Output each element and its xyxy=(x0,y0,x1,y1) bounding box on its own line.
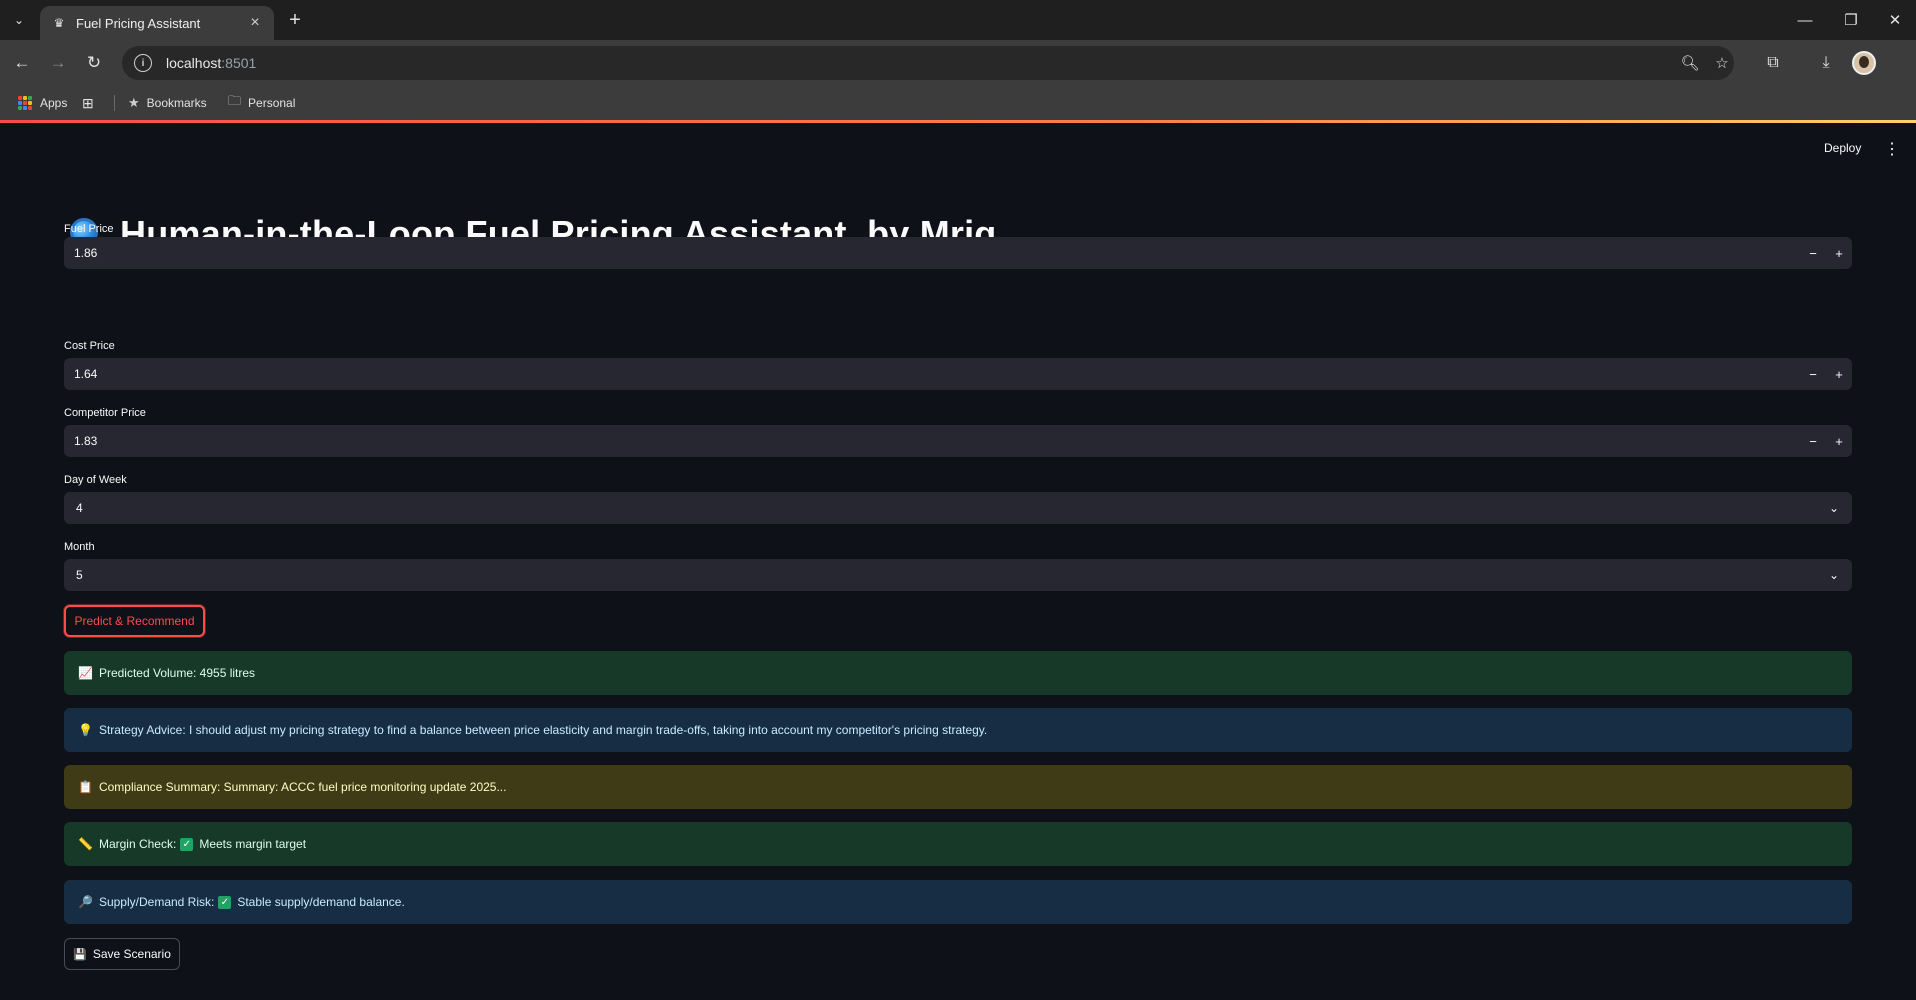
bookmark-bookmarks-label: Bookmarks xyxy=(146,96,207,110)
download-icon[interactable]: ⤓ xyxy=(1815,52,1837,74)
url-text: localhost:8501 xyxy=(166,55,257,71)
tab-search-chevron-icon[interactable]: ⌄ xyxy=(6,8,32,32)
month-value: 5 xyxy=(76,568,83,582)
cost-price-value[interactable]: 1.64 xyxy=(64,367,1800,381)
competitor-price-value[interactable]: 1.83 xyxy=(64,434,1800,448)
cost-price-increment-button[interactable]: + xyxy=(1826,358,1852,390)
predict-recommend-button[interactable]: Predict & Recommend xyxy=(64,605,205,637)
cost-price-decrement-button[interactable]: − xyxy=(1800,358,1826,390)
bookmark-apps-label: Apps xyxy=(40,96,68,110)
minimize-icon[interactable]: — xyxy=(1790,8,1820,32)
fuel-price-label: Fuel Price xyxy=(64,223,114,235)
supply-demand-label: Supply/Demand Risk: xyxy=(98,895,215,909)
predicted-volume-alert: 📈 Predicted Volume: 4955 litres xyxy=(64,651,1852,695)
close-window-icon[interactable]: ✕ xyxy=(1880,8,1910,32)
strategy-advice-text: Strategy Advice: I should adjust my pric… xyxy=(98,723,988,737)
forward-arrow-icon[interactable]: → xyxy=(44,49,72,77)
ruler-icon: 📏 xyxy=(78,837,93,851)
check-mark-icon: ✓ xyxy=(218,895,232,909)
strategy-advice-alert: 💡 Strategy Advice: I should adjust my pr… xyxy=(64,708,1852,752)
save-scenario-label: Save Scenario xyxy=(92,947,171,961)
tab-close-icon[interactable]: × xyxy=(246,14,264,32)
margin-check-value: Meets margin target xyxy=(199,837,307,851)
tab-groups-icon[interactable]: ⊞ xyxy=(82,86,94,120)
browser-tab-active[interactable]: ♛ Fuel Pricing Assistant × xyxy=(40,6,274,40)
app-main: Deploy ⋮ Human-in-the-Loop Fuel Pricing … xyxy=(0,123,1916,1000)
bookmark-personal-label: Personal xyxy=(248,96,296,110)
competitor-price-input[interactable]: 1.83 − + xyxy=(64,425,1852,457)
bookmarks-bar: Apps ⊞ ★ Bookmarks 🗀 Personal xyxy=(0,86,1916,120)
bookmark-apps[interactable]: Apps xyxy=(18,86,67,120)
chart-increasing-icon: 📈 xyxy=(78,666,93,680)
day-of-week-value: 4 xyxy=(76,501,83,515)
day-of-week-select[interactable]: 4 ⌄ xyxy=(64,492,1852,524)
chevron-down-icon[interactable]: ⌄ xyxy=(1816,492,1852,524)
browser-tab-strip: ⌄ ♛ Fuel Pricing Assistant × + — ❐ ✕ xyxy=(0,0,1916,40)
bookmark-star-icon[interactable]: ☆ xyxy=(1712,53,1732,73)
back-arrow-icon[interactable]: ← xyxy=(8,49,36,77)
day-of-week-label: Day of Week xyxy=(64,474,127,486)
compliance-summary-text: Compliance Summary: Summary: ACCC fuel p… xyxy=(98,780,507,794)
bookmark-bookmarks[interactable]: ★ Bookmarks xyxy=(128,86,207,120)
streamlit-crown-icon: ♛ xyxy=(53,16,65,30)
tab-title: Fuel Pricing Assistant xyxy=(76,15,201,31)
cost-price-label: Cost Price xyxy=(64,340,115,352)
competitor-price-label: Competitor Price xyxy=(64,407,146,419)
supply-demand-value: Stable supply/demand balance. xyxy=(237,895,405,909)
compliance-summary-alert: 📋 Compliance Summary: Summary: ACCC fuel… xyxy=(64,765,1852,809)
new-tab-plus-icon[interactable]: + xyxy=(282,8,308,32)
fuel-price-input[interactable]: 1.86 − + xyxy=(64,237,1852,269)
competitor-price-decrement-button[interactable]: − xyxy=(1800,425,1826,457)
save-scenario-button[interactable]: 💾 Save Scenario xyxy=(64,938,180,970)
check-mark-icon: ✓ xyxy=(180,837,194,851)
supply-demand-alert: 🔎 Supply/Demand Risk: ✓ Stable supply/de… xyxy=(64,880,1852,924)
restore-icon[interactable]: ❐ xyxy=(1836,8,1866,32)
fuel-price-value[interactable]: 1.86 xyxy=(64,246,1800,260)
browser-toolbar: ← → ↻ i localhost:8501 🔍︎ ☆ ⧉ ⤓ xyxy=(0,40,1916,86)
fuel-price-decrement-button[interactable]: − xyxy=(1800,237,1826,269)
lightbulb-icon: 💡 xyxy=(78,723,93,737)
chevron-down-icon[interactable]: ⌄ xyxy=(1816,559,1852,591)
reload-icon[interactable]: ↻ xyxy=(80,49,108,77)
month-label: Month xyxy=(64,541,95,553)
floppy-disk-icon: 💾 xyxy=(73,948,87,961)
zoom-magnifier-icon[interactable]: 🔍︎ xyxy=(1680,53,1700,73)
site-info-icon[interactable]: i xyxy=(134,54,152,72)
month-select[interactable]: 5 ⌄ xyxy=(64,559,1852,591)
bookmark-separator xyxy=(114,95,115,111)
star-icon: ★ xyxy=(128,95,140,110)
deploy-button[interactable]: Deploy xyxy=(1824,141,1861,155)
fuel-price-increment-button[interactable]: + xyxy=(1826,237,1852,269)
margin-check-alert: 📏 Margin Check: ✓ Meets margin target xyxy=(64,822,1852,866)
folder-icon: 🗀 xyxy=(228,93,242,108)
magnifying-glass-icon: 🔎 xyxy=(78,895,93,909)
main-menu-kebab-icon[interactable]: ⋮ xyxy=(1884,139,1900,159)
bookmark-personal[interactable]: 🗀 Personal xyxy=(228,86,295,120)
cost-price-input[interactable]: 1.64 − + xyxy=(64,358,1852,390)
clipboard-icon: 📋 xyxy=(78,780,93,794)
profile-avatar[interactable] xyxy=(1852,51,1876,75)
address-bar[interactable]: i localhost:8501 🔍︎ ☆ xyxy=(122,46,1734,80)
apps-grid-icon xyxy=(18,96,32,110)
margin-check-label: Margin Check: xyxy=(98,837,177,851)
competitor-price-increment-button[interactable]: + xyxy=(1826,425,1852,457)
extensions-puzzle-icon[interactable]: ⧉ xyxy=(1762,52,1784,74)
predicted-volume-text: Predicted Volume: 4955 litres xyxy=(98,666,256,680)
